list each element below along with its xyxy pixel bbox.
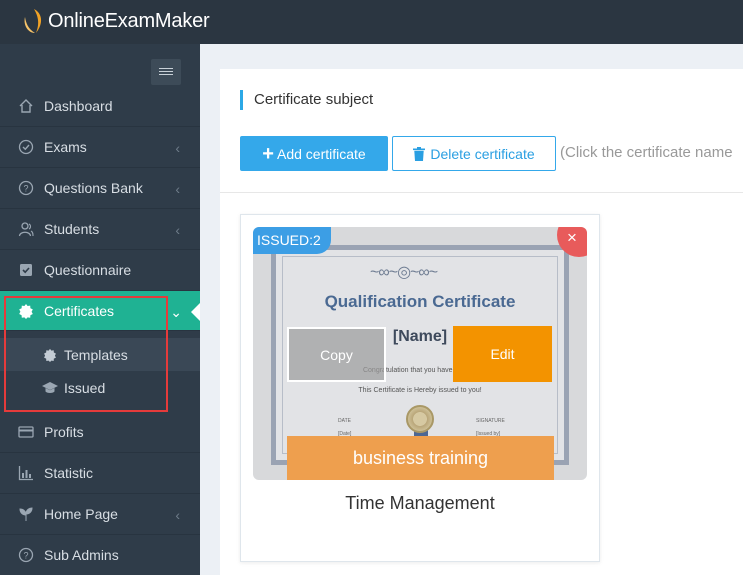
edit-button[interactable]: Edit: [453, 326, 552, 382]
plus-icon: +: [262, 142, 274, 165]
divider: [220, 192, 743, 193]
sidebar-item-home-page[interactable]: Home Page ‹: [0, 494, 200, 535]
sidebar-item-questionnaire[interactable]: Questionnaire: [0, 250, 200, 291]
category-tag: business training: [287, 436, 554, 480]
certificate-name[interactable]: Time Management: [241, 493, 599, 514]
top-bar: OnlineExamMaker: [0, 0, 743, 44]
chevron-left-icon: ‹: [175, 222, 180, 238]
certificate-signature-label: SIGNATURE: [476, 418, 505, 424]
sidebar-subitem-label: Issued: [64, 379, 106, 396]
chevron-left-icon: ‹: [175, 140, 180, 156]
logo-icon: [24, 9, 42, 33]
card-icon: [17, 423, 35, 441]
home-icon: [17, 97, 35, 115]
sidebar-subitem-label: Templates: [64, 346, 128, 363]
certificate-preview-title: Qualification Certificate: [324, 292, 516, 311]
certificate-preview-line: This Certificate is Hereby issued to you…: [358, 387, 482, 394]
sidebar-item-label: Dashboard: [44, 98, 113, 114]
badge-icon: [17, 302, 35, 320]
title-accent-bar: [240, 90, 243, 110]
delete-certificate-button[interactable]: Delete certificate: [392, 136, 556, 171]
sidebar-item-label: Certificates: [44, 302, 115, 319]
close-icon: ×: [567, 228, 577, 247]
sidebar-item-label: Statistic: [44, 465, 94, 481]
users-icon: [17, 220, 35, 238]
sidebar-item-sub-admins[interactable]: ? Sub Admins: [0, 535, 200, 575]
add-certificate-label: Add certificate: [276, 145, 366, 162]
sidebar-item-students[interactable]: Students ‹: [0, 209, 200, 250]
certificate-thumbnail[interactable]: ~∞~◎~∞~ Qualification Certificate [Name]…: [253, 227, 587, 480]
sidebar-item-statistic[interactable]: Statistic: [0, 453, 200, 494]
chevron-down-icon: ⌄: [170, 304, 182, 320]
chevron-left-icon: ‹: [175, 507, 180, 523]
sidebar-item-label: Sub Admins: [44, 547, 119, 563]
add-certificate-button[interactable]: + Add certificate: [240, 136, 388, 171]
sidebar-item-label: Home Page: [44, 506, 118, 522]
certificate-card[interactable]: ~∞~◎~∞~ Qualification Certificate [Name]…: [240, 214, 600, 562]
question-circle-icon: ?: [17, 546, 35, 564]
sidebar-item-label: Students: [44, 221, 100, 237]
bar-chart-icon: [17, 464, 35, 482]
sidebar-subitem-templates[interactable]: Templates: [0, 338, 200, 371]
app-logo[interactable]: OnlineExamMaker: [22, 7, 210, 35]
sidebar-item-label: Profits: [44, 424, 84, 440]
sidebar-item-dashboard[interactable]: Dashboard: [0, 86, 200, 127]
sidebar-item-questions-bank[interactable]: ? Questions Bank ‹: [0, 168, 200, 209]
sidebar-item-profits[interactable]: Profits: [0, 412, 200, 453]
checkbox-icon: [17, 261, 35, 279]
menu-toggle-button[interactable]: [151, 59, 181, 85]
active-indicator: [191, 303, 200, 321]
issued-count-badge: ISSUED:2: [253, 227, 331, 254]
sidebar-item-exams[interactable]: Exams ‹: [0, 127, 200, 168]
trash-icon: [413, 146, 426, 161]
svg-text:?: ?: [23, 184, 28, 194]
delete-certificate-label: Delete certificate: [430, 145, 535, 162]
chevron-left-icon: ‹: [175, 181, 180, 197]
sidebar-subitem-issued[interactable]: Issued: [0, 371, 200, 404]
svg-text:?: ?: [23, 551, 28, 561]
page-title: Certificate subject: [254, 91, 374, 108]
question-circle-icon: ?: [17, 179, 35, 197]
main-panel: Certificate subject + Add certificate De…: [220, 69, 743, 575]
graduation-cap-icon: [42, 380, 58, 396]
badge-icon: [42, 347, 58, 363]
certificate-date-label: DATE: [338, 418, 351, 424]
flourish-ornament: ~∞~◎~∞~: [370, 264, 438, 281]
sidebar-item-label: Questionnaire: [44, 262, 132, 278]
check-circle-icon: [17, 138, 35, 156]
copy-button[interactable]: Copy: [287, 327, 386, 382]
sidebar-item-label: Exams: [44, 139, 87, 155]
seal-icon: [406, 405, 434, 433]
sidebar: Dashboard Exams ‹ ? Questions Bank ‹ Stu…: [0, 44, 200, 575]
sidebar-item-label: Questions Bank: [44, 180, 143, 196]
leaf-icon: [17, 505, 35, 523]
hint-text: (Click the certificate name: [560, 144, 733, 161]
logo-text: OnlineExamMaker: [48, 9, 210, 32]
sidebar-item-certificates[interactable]: Certificates ⌄: [0, 291, 200, 331]
